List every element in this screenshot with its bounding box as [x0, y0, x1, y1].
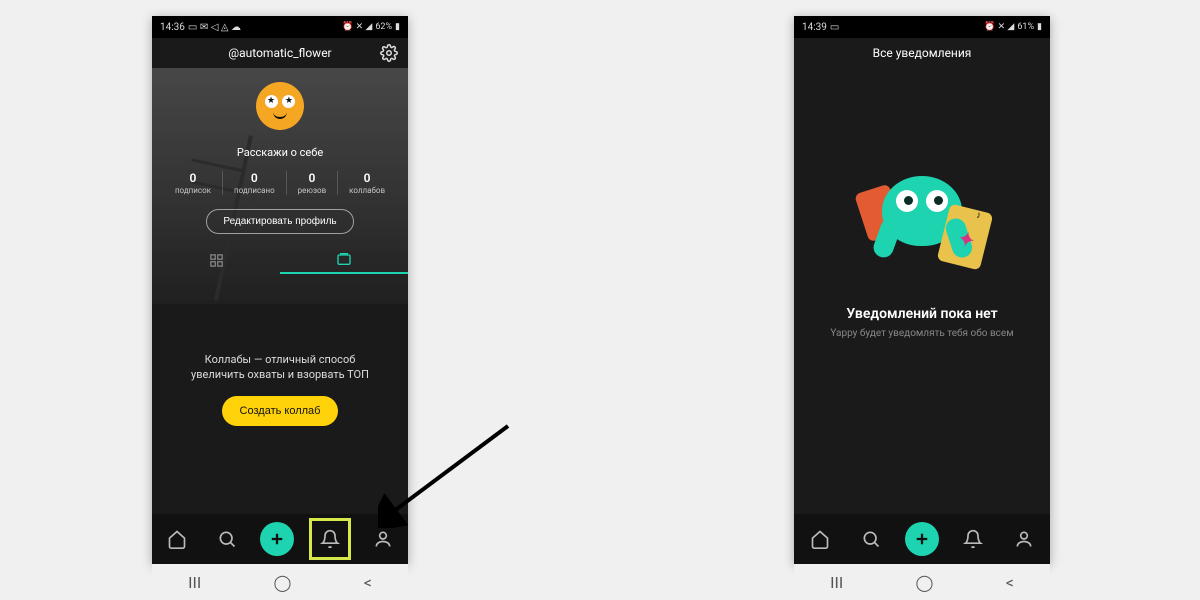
bell-icon	[320, 529, 340, 549]
person-icon	[1014, 529, 1034, 549]
nav-search[interactable]	[210, 522, 244, 556]
sys-back[interactable]: <	[364, 573, 372, 592]
settings-button[interactable]	[380, 44, 398, 62]
plus-icon	[268, 530, 286, 548]
profile-tabs	[152, 246, 408, 274]
gear-icon	[380, 44, 398, 62]
username-label: @automatic_flower	[228, 46, 331, 60]
status-bar: 14:36 ▭ ✉ ◁ ◬ ☁ ⏰ ✕ ◢ 62% ▮	[152, 16, 408, 38]
status-icons-left: ▭ ✉ ◁ ◬ ☁	[188, 22, 241, 33]
tab-grid[interactable]	[152, 246, 280, 274]
status-icons-right: ⏰ ✕ ◢	[984, 22, 1014, 32]
status-time: 14:36	[160, 22, 185, 33]
sys-back[interactable]: <	[1006, 573, 1014, 592]
profile-body: Коллабы — отличный способ увеличить охва…	[152, 304, 408, 514]
nav-create[interactable]	[905, 522, 939, 556]
collab-icon	[336, 251, 352, 267]
annotation-arrow	[378, 418, 514, 528]
status-battery: 61%	[1017, 22, 1034, 32]
edit-profile-button[interactable]: Редактировать профиль	[206, 209, 353, 234]
notifications-body: ✦ ♪ Уведомлений пока нет Yappy будет уве…	[794, 68, 1050, 514]
stat-reuses[interactable]: 0 реюзов	[287, 171, 338, 195]
bio-prompt[interactable]: Расскажи о себе	[237, 146, 323, 159]
stat-collabs[interactable]: 0 коллабов	[338, 171, 396, 195]
status-bar: 14:39 ▭ ⏰ ✕ ◢ 61% ▮	[794, 16, 1050, 38]
nav-search[interactable]	[854, 522, 888, 556]
search-icon	[217, 529, 237, 549]
nav-notifications[interactable]	[956, 522, 990, 556]
plus-icon	[913, 530, 931, 548]
nav-profile[interactable]	[1007, 522, 1041, 556]
nav-home[interactable]	[803, 522, 837, 556]
page-title: Все уведомления	[873, 46, 972, 60]
status-icons-left: ▭	[830, 22, 839, 33]
system-nav: III ◯ <	[794, 564, 1050, 600]
tab-collabs[interactable]	[280, 246, 408, 274]
battery-icon: ▮	[395, 22, 400, 32]
bottom-nav	[794, 514, 1050, 564]
system-nav: III ◯ <	[152, 564, 408, 600]
battery-icon: ▮	[1037, 22, 1042, 32]
phone-profile-screen: 14:36 ▭ ✉ ◁ ◬ ☁ ⏰ ✕ ◢ 62% ▮ @automatic_f…	[152, 16, 408, 564]
avatar[interactable]: ★★	[256, 82, 304, 130]
empty-state-illustration: ✦ ♪	[857, 158, 987, 288]
empty-state-title: Уведомлений пока нет	[846, 306, 997, 322]
search-icon	[861, 529, 881, 549]
sys-home[interactable]: ◯	[916, 573, 934, 592]
create-collab-button[interactable]: Создать коллаб	[222, 396, 339, 426]
nav-notifications[interactable]	[310, 519, 350, 559]
status-battery: 62%	[375, 22, 392, 32]
grid-icon	[209, 253, 224, 268]
bell-icon	[963, 529, 983, 549]
stat-subscribed[interactable]: 0 подписано	[223, 171, 287, 195]
sys-home[interactable]: ◯	[274, 573, 292, 592]
nav-home[interactable]	[160, 522, 194, 556]
profile-header: @automatic_flower	[152, 38, 408, 68]
collab-promo-text: Коллабы — отличный способ увеличить охва…	[191, 352, 369, 383]
status-icons-right: ⏰ ✕ ◢	[342, 22, 372, 32]
home-icon	[810, 529, 830, 549]
stat-subscriptions[interactable]: 0 подписок	[164, 171, 223, 195]
notifications-header: Все уведомления	[794, 38, 1050, 68]
person-icon	[373, 529, 393, 549]
profile-stats: 0 подписок 0 подписано 0 реюзов 0 коллаб…	[164, 171, 396, 195]
empty-state-subtitle: Yappy будет уведомлять тебя обо всем	[830, 328, 1013, 339]
home-icon	[167, 529, 187, 549]
sys-recents[interactable]: III	[188, 573, 201, 592]
nav-create[interactable]	[260, 522, 294, 556]
status-time: 14:39	[802, 22, 827, 33]
sys-recents[interactable]: III	[830, 573, 843, 592]
phone-notifications-screen: 14:39 ▭ ⏰ ✕ ◢ 61% ▮ Все уведомления ✦ ♪ …	[794, 16, 1050, 564]
profile-cover: ★★ Расскажи о себе 0 подписок 0 подписан…	[152, 68, 408, 304]
bottom-nav	[152, 514, 408, 564]
